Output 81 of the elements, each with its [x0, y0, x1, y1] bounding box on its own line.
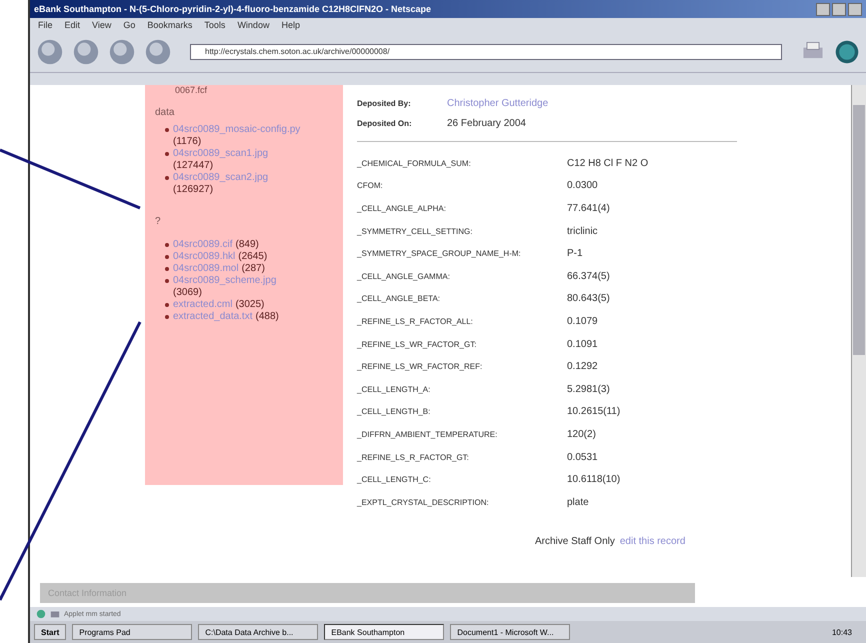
file-size: (1176) [173, 136, 202, 148]
property-value: triclinic [567, 226, 598, 237]
menu-item[interactable]: Edit [64, 20, 80, 30]
property-value: C12 H8 Cl F N2 O [567, 158, 648, 169]
menu-item[interactable]: Window [237, 20, 270, 30]
property-name: _REFINE_LS_R_FACTOR_ALL: [357, 316, 474, 326]
property-value: plate [567, 496, 589, 508]
property-name: _CELL_ANGLE_GAMMA: [357, 272, 451, 281]
nav-button-icon[interactable] [36, 38, 64, 66]
property-name: _CELL_ANGLE_BETA: [357, 294, 442, 304]
property-name: _CHEMICAL_FORMULA_SUM: [357, 158, 472, 168]
property-name: _CELL_ANGLE_ALPHA: [357, 204, 447, 213]
property-name: _DIFFRN_AMBIENT_TEMPERATURE: [357, 430, 498, 439]
address-field[interactable]: http://ecrystals.chem.soton.ac.uk/archive/00000008/ [190, 44, 782, 60]
property-name: _REFINE_LS_WR_FACTOR_REF: [357, 362, 484, 372]
file-size: (849) [235, 239, 259, 251]
property-value: P-1 [567, 248, 583, 260]
property-name: _SYMMETRY_CELL_SETTING: [357, 226, 474, 236]
property-value: 80.643(5) [567, 293, 610, 304]
clock: 10:43 [832, 628, 853, 636]
property-value: 0.0531 [567, 452, 598, 463]
property-value: 10.6118(10) [567, 474, 620, 486]
file-size: (3025) [235, 299, 264, 311]
file-size: (287) [242, 263, 265, 275]
nav-button-icon[interactable] [144, 38, 172, 66]
property-value: 0.1292 [567, 361, 598, 372]
menu-item[interactable]: Tools [204, 20, 226, 30]
menu-item[interactable]: File [38, 20, 53, 30]
bullet-icon [165, 255, 169, 259]
taskbar-button[interactable]: EBank Southampton [324, 624, 444, 640]
menu-item[interactable]: View [92, 20, 112, 30]
file-size: (3069) [173, 287, 202, 299]
field-label: Deposited On: [357, 118, 413, 128]
field-value: 26 February 2004 [447, 118, 526, 128]
bullet-icon [165, 267, 169, 271]
nav-button-icon[interactable] [108, 38, 136, 66]
menu-item[interactable]: Go [123, 20, 136, 30]
status-icon [36, 609, 46, 619]
bullet-icon [165, 243, 169, 247]
property-value: 0.1079 [567, 316, 598, 327]
property-value: 5.2981(3) [567, 384, 610, 395]
property-name: _EXPTL_CRYSTAL_DESCRIPTION: [357, 498, 490, 507]
property-value: 0.1091 [567, 338, 598, 350]
property-value: 120(2) [567, 428, 596, 440]
property-name: _REFINE_LS_WR_FACTOR_GT: [357, 340, 478, 349]
property-name: _CELL_LENGTH_B: [357, 407, 432, 416]
section-heading: data [155, 107, 176, 118]
property-value: 66.374(5) [567, 270, 610, 282]
start-button[interactable]: Start [34, 624, 66, 640]
property-value: 10.2615(11) [567, 406, 620, 418]
file-size: (126927) [173, 184, 214, 196]
scroll-thumb[interactable] [853, 105, 865, 355]
menu-item[interactable]: Help [281, 20, 300, 30]
field-label: Deposited By: [357, 98, 412, 108]
bullet-icon [165, 176, 169, 180]
bullet-icon [165, 128, 169, 132]
file-size: (2645) [238, 251, 268, 263]
menu-item[interactable]: Bookmarks [147, 20, 192, 30]
bullet-icon [165, 303, 169, 307]
bullet-icon [165, 279, 169, 283]
globe-icon[interactable] [834, 39, 860, 65]
scrollbar[interactable] [851, 85, 866, 577]
taskbar-button[interactable]: Document1 - Microsoft W... [450, 624, 570, 640]
property-name: _SYMMETRY_SPACE_GROUP_NAME_H-M: [357, 249, 522, 258]
bullet-icon [165, 315, 169, 319]
property-name: CFOM: [357, 181, 384, 190]
nav-button-icon[interactable] [72, 38, 100, 66]
file-size: (127447) [173, 160, 214, 172]
property-value: 0.0300 [567, 180, 598, 192]
property-name: _CELL_LENGTH_A: [357, 384, 432, 394]
property-name: _CELL_LENGTH_C: [357, 475, 432, 484]
taskbar-button[interactable]: Programs Pad [72, 624, 192, 640]
section-heading: ? [155, 216, 162, 227]
file-size: (488) [256, 311, 279, 323]
bullet-icon [165, 152, 169, 156]
taskbar-button[interactable]: C:\Data Data Archive b... [198, 624, 318, 640]
window-title: eBank Southampton - N-(5-Chloro-pyridin-2-yl)-4-fluoro-benzamide C12H8ClFN2O - Netscape [34, 4, 432, 14]
property-name: _REFINE_LS_R_FACTOR_GT: [357, 452, 470, 462]
property-value: 77.641(4) [567, 202, 610, 214]
file-label: 0067.fcf [174, 85, 208, 95]
footer-text: Archive Staff Only [535, 536, 615, 546]
